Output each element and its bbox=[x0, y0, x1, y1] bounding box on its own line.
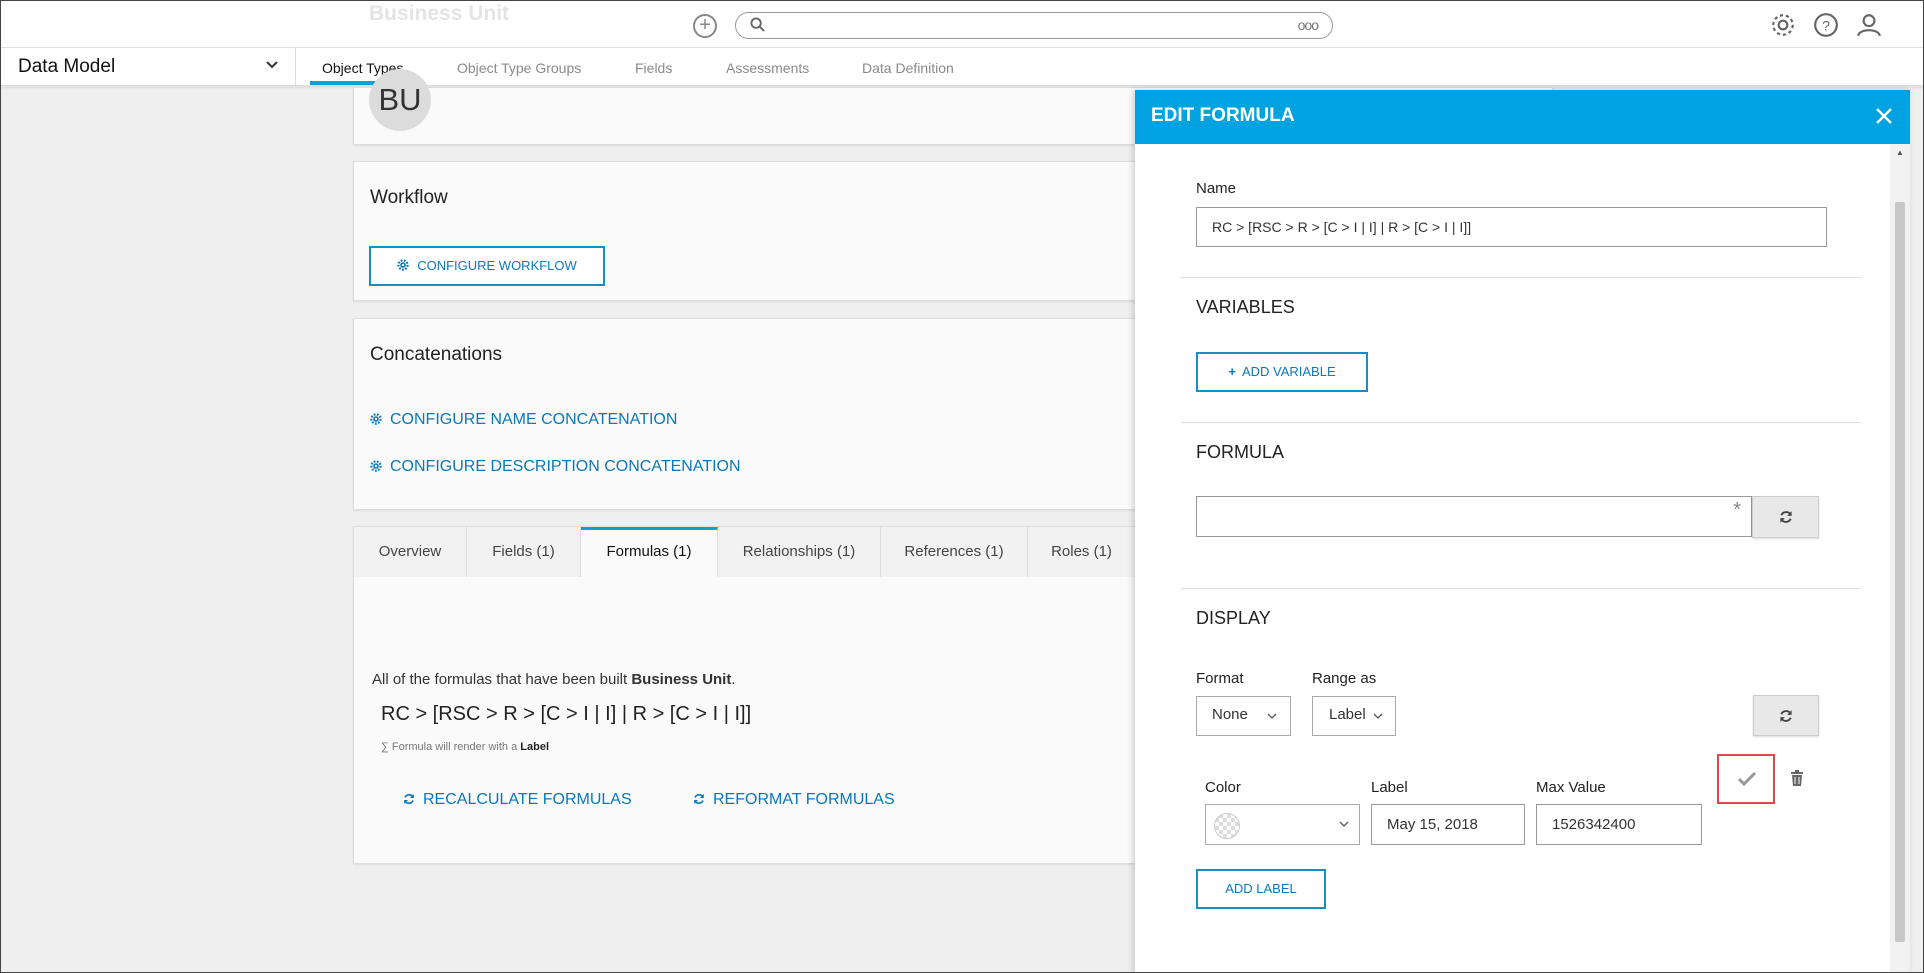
render-note-type: Label bbox=[520, 741, 550, 753]
edit-formula-panel: EDIT FORMULA ▲ Name RC > [RSC > R > [C >… bbox=[1135, 90, 1910, 973]
trash-icon[interactable] bbox=[1790, 770, 1804, 786]
tab-relationships[interactable]: Relationships (1) bbox=[718, 527, 881, 577]
user-icon[interactable] bbox=[1856, 12, 1882, 38]
configure-name-label: CONFIGURE NAME CONCATENATION bbox=[390, 411, 678, 428]
top-bar: Business Unit + ooo ? bbox=[0, 0, 1924, 48]
refresh-icon bbox=[1780, 709, 1792, 722]
cog-icon bbox=[370, 460, 382, 472]
intro-text: All of the formulas that have been built bbox=[372, 671, 628, 688]
gear-icon[interactable] bbox=[1770, 12, 1796, 38]
reformat-label: REFORMAT FORMULAS bbox=[713, 791, 895, 808]
color-label: Color bbox=[1205, 779, 1241, 796]
range-value: Label bbox=[1329, 706, 1366, 723]
page-title-ghost: Business Unit bbox=[369, 2, 510, 25]
tab-overview[interactable]: Overview bbox=[354, 527, 467, 577]
add-icon[interactable]: + bbox=[693, 14, 717, 38]
required-icon: * bbox=[1733, 499, 1741, 521]
scrollbar[interactable]: ▲ bbox=[1890, 144, 1910, 973]
intro-object: Business Unit bbox=[631, 671, 732, 688]
refresh-display-button[interactable] bbox=[1753, 695, 1819, 736]
chevron-down-icon bbox=[1339, 821, 1349, 827]
formulas-intro: All of the formulas that have been built… bbox=[372, 671, 736, 688]
tab-formulas[interactable]: Formulas (1) bbox=[581, 527, 718, 577]
search-icon bbox=[750, 17, 765, 32]
configure-name-link[interactable]: CONFIGURE NAME CONCATENATION bbox=[370, 411, 677, 429]
format-label: Format bbox=[1196, 670, 1244, 687]
render-note: ∑ Formula will render with a Label bbox=[381, 741, 549, 753]
recalculate-label: RECALCULATE FORMULAS bbox=[423, 791, 632, 808]
render-note-text: ∑ Formula will render with a bbox=[381, 741, 518, 753]
check-icon bbox=[1737, 771, 1757, 787]
format-value: None bbox=[1212, 706, 1248, 723]
tab-references[interactable]: References (1) bbox=[881, 527, 1028, 577]
max-value-input[interactable]: 1526342400 bbox=[1536, 804, 1702, 845]
configure-workflow-button[interactable]: CONFIGURE WORKFLOW bbox=[369, 246, 605, 286]
tab-data-definition[interactable]: Data Definition bbox=[862, 60, 954, 76]
tab-fields[interactable]: Fields bbox=[635, 60, 672, 76]
formula-name[interactable]: RC > [RSC > R > [C > I | I] | R > [C > I… bbox=[381, 703, 751, 726]
tab-roles[interactable]: Roles (1) bbox=[1028, 527, 1136, 577]
tab-fields-count[interactable]: Fields (1) bbox=[467, 527, 581, 577]
refresh-icon bbox=[694, 794, 704, 804]
workflow-title: Workflow bbox=[370, 187, 448, 208]
label-input[interactable]: May 15, 2018 bbox=[1371, 804, 1525, 845]
advanced-search-icon[interactable]: ooo bbox=[1298, 17, 1319, 33]
formula-title: FORMULA bbox=[1196, 442, 1285, 462]
name-field[interactable]: RC > [RSC > R > [C > I | I] | R > [C > I… bbox=[1196, 207, 1827, 247]
plus-icon: + bbox=[1228, 364, 1236, 379]
help-icon[interactable]: ? bbox=[1813, 12, 1839, 38]
module-label: Data Model bbox=[18, 56, 116, 77]
display-title: DISPLAY bbox=[1196, 608, 1271, 628]
chevron-down-icon bbox=[1373, 713, 1383, 719]
configure-description-label: CONFIGURE DESCRIPTION CONCATENATION bbox=[390, 458, 741, 475]
search-input[interactable]: ooo bbox=[735, 12, 1333, 39]
tab-object-type-groups[interactable]: Object Type Groups bbox=[457, 60, 581, 76]
tab-assessments[interactable]: Assessments bbox=[726, 60, 809, 76]
add-variable-label: ADD VARIABLE bbox=[1241, 364, 1336, 379]
cog-icon bbox=[397, 259, 409, 271]
divider bbox=[1181, 588, 1861, 589]
range-label: Range as bbox=[1312, 670, 1377, 687]
svg-text:?: ? bbox=[1822, 17, 1830, 33]
nav-bar: Data Model Object Types Object Type Grou… bbox=[0, 48, 1924, 86]
concatenations-title: Concatenations bbox=[370, 344, 503, 365]
variables-title: VARIABLES bbox=[1196, 297, 1295, 317]
chevron-down-icon bbox=[1267, 713, 1277, 719]
refresh-formula-button[interactable] bbox=[1752, 496, 1819, 538]
refresh-icon bbox=[404, 794, 414, 804]
max-value-label: Max Value bbox=[1536, 779, 1606, 796]
cog-icon bbox=[370, 413, 382, 425]
module-select[interactable]: Data Model bbox=[0, 48, 296, 86]
panel-header: EDIT FORMULA bbox=[1135, 90, 1910, 144]
name-label: Name bbox=[1196, 180, 1237, 197]
avatar: BU bbox=[369, 69, 431, 131]
panel-title: EDIT FORMULA bbox=[1151, 105, 1295, 126]
close-icon[interactable] bbox=[1872, 104, 1896, 128]
color-swatch bbox=[1214, 813, 1240, 839]
add-variable-button[interactable]: + ADD VARIABLE bbox=[1196, 352, 1368, 392]
label-label: Label bbox=[1371, 779, 1408, 796]
configure-description-link[interactable]: CONFIGURE DESCRIPTION CONCATENATION bbox=[370, 458, 741, 476]
recalculate-formulas-link[interactable]: RECALCULATE FORMULAS bbox=[403, 791, 632, 809]
refresh-icon bbox=[1779, 511, 1792, 523]
confirm-button[interactable] bbox=[1717, 754, 1775, 804]
divider bbox=[1181, 277, 1861, 278]
detail-tabs: Overview Fields (1) Formulas (1) Relatio… bbox=[354, 527, 1144, 577]
chevron-down-icon bbox=[266, 61, 278, 69]
configure-workflow-label: CONFIGURE WORKFLOW bbox=[417, 258, 577, 273]
format-select[interactable]: None bbox=[1196, 696, 1291, 736]
reformat-formulas-link[interactable]: REFORMAT FORMULAS bbox=[693, 791, 895, 809]
color-select[interactable] bbox=[1205, 804, 1360, 845]
range-select[interactable]: Label bbox=[1312, 696, 1396, 736]
formula-input[interactable]: * bbox=[1196, 496, 1752, 537]
add-label-button[interactable]: ADD LABEL bbox=[1196, 869, 1326, 909]
divider bbox=[1181, 422, 1861, 423]
scrollbar-thumb[interactable] bbox=[1895, 202, 1905, 942]
scroll-up-icon[interactable]: ▲ bbox=[1896, 148, 1904, 157]
intro-end: . bbox=[731, 671, 736, 688]
